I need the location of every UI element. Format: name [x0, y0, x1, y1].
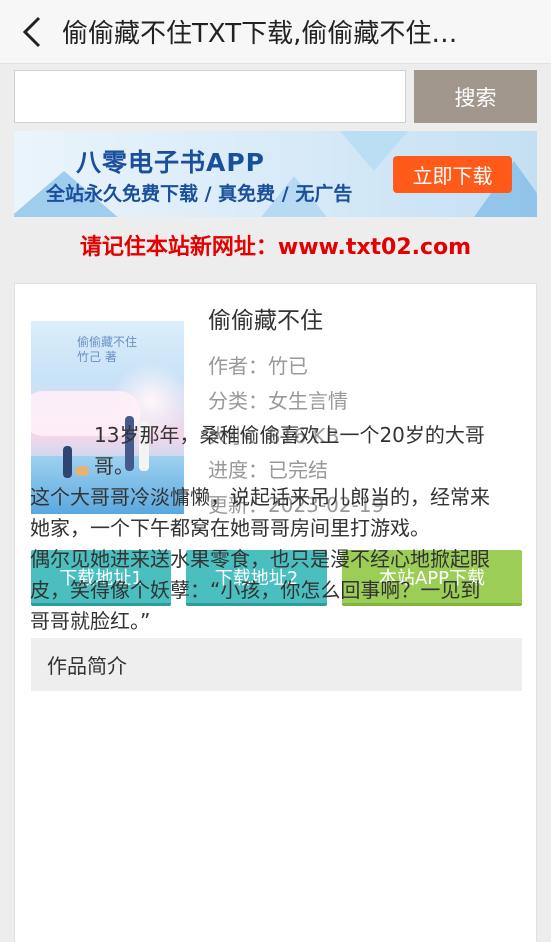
banner-title: 八零电子书APP — [76, 148, 265, 177]
chevron-left-icon — [22, 16, 41, 47]
cover-text: 偷偷藏不住 竹己 著 — [77, 335, 138, 364]
app-banner[interactable]: 八零电子书APP 全站永久免费下载 / 真免费 / 无广告 立即下载 — [14, 131, 537, 217]
banner-subtitle: 全站永久免费下载 / 真免费 / 无广告 — [46, 183, 353, 205]
intro-paragraph: 偶尔见她进来送水果零食，也只是漫不经心地掀起眼皮，笑得像个妖孽：“小孩，你怎么回… — [30, 547, 490, 633]
intro-paragraph: 13岁那年，桑稚偷偷喜欢上一个20岁的大哥哥。 — [94, 423, 485, 478]
banner-download-button[interactable]: 立即下载 — [393, 156, 512, 193]
book-intro: 13岁那年，桑稚偷偷喜欢上一个20岁的大哥哥。 这个大哥哥冷淡慵懒，说起话来吊儿… — [30, 420, 500, 637]
intro-paragraph: 这个大哥哥冷淡慵懒，说起话来吊儿郎当的，经常来她家，一个下午都窝在她哥哥房间里打… — [30, 485, 490, 540]
back-button[interactable] — [0, 0, 64, 64]
page-title: 偷偷藏不住TXT下载,偷偷藏不住全集下载 — [62, 19, 482, 49]
meta-category: 分类：女生言情 — [208, 389, 348, 413]
search-input[interactable] — [14, 70, 406, 123]
site-address-notice: 请记住本站新网址：www.txt02.com — [79, 235, 472, 260]
meta-author: 作者：竹已 — [208, 354, 308, 378]
book-title: 偷偷藏不住 — [208, 308, 323, 334]
search-button[interactable]: 搜索 — [414, 70, 537, 123]
intro-heading: 作品简介 — [31, 638, 522, 691]
top-bar: 偷偷藏不住TXT下载,偷偷藏不住全集下载 — [0, 0, 551, 64]
